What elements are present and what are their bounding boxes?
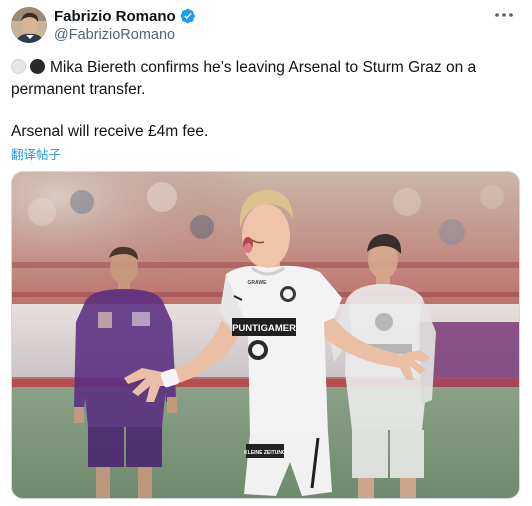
tweet-photo[interactable]: PUNTIGAMER GRAWE KLEINE ZEITUNG bbox=[11, 171, 520, 499]
tweet-text-line2: permanent transfer. bbox=[11, 81, 146, 98]
tweet-text: Mika Biereth confirms he’s leaving Arsen… bbox=[11, 57, 511, 143]
author-display-name[interactable]: Fabrizio Romano bbox=[54, 8, 176, 25]
tweet-line-1: Mika Biereth confirms he’s leaving Arsen… bbox=[11, 57, 511, 79]
sponsor-top-text: GRAWE bbox=[248, 280, 268, 286]
white-circle-emoji-icon bbox=[11, 59, 26, 74]
tweet-text-line1: Mika Biereth confirms he’s leaving Arsen… bbox=[50, 59, 477, 76]
author-info: Fabrizio Romano @FabrizioRomano bbox=[54, 7, 196, 43]
tweet-line-gap bbox=[11, 101, 511, 121]
avatar[interactable] bbox=[11, 7, 47, 43]
sponsor-main-text: PUNTIGAMER bbox=[232, 323, 296, 334]
sponsor-shorts-text: KLEINE ZEITUNG bbox=[244, 450, 286, 456]
black-circle-emoji-icon bbox=[30, 59, 45, 74]
author-handle[interactable]: @FabrizioRomano bbox=[54, 27, 196, 43]
more-options-icon[interactable] bbox=[492, 5, 516, 25]
translate-post-link[interactable]: 翻译帖子 bbox=[11, 144, 61, 163]
tweet-card: Fabrizio Romano @FabrizioRomano Mika Bie… bbox=[0, 0, 532, 506]
verified-badge-icon bbox=[180, 8, 196, 24]
tweet-text-line3: Arsenal will receive £4m fee. bbox=[11, 123, 209, 140]
